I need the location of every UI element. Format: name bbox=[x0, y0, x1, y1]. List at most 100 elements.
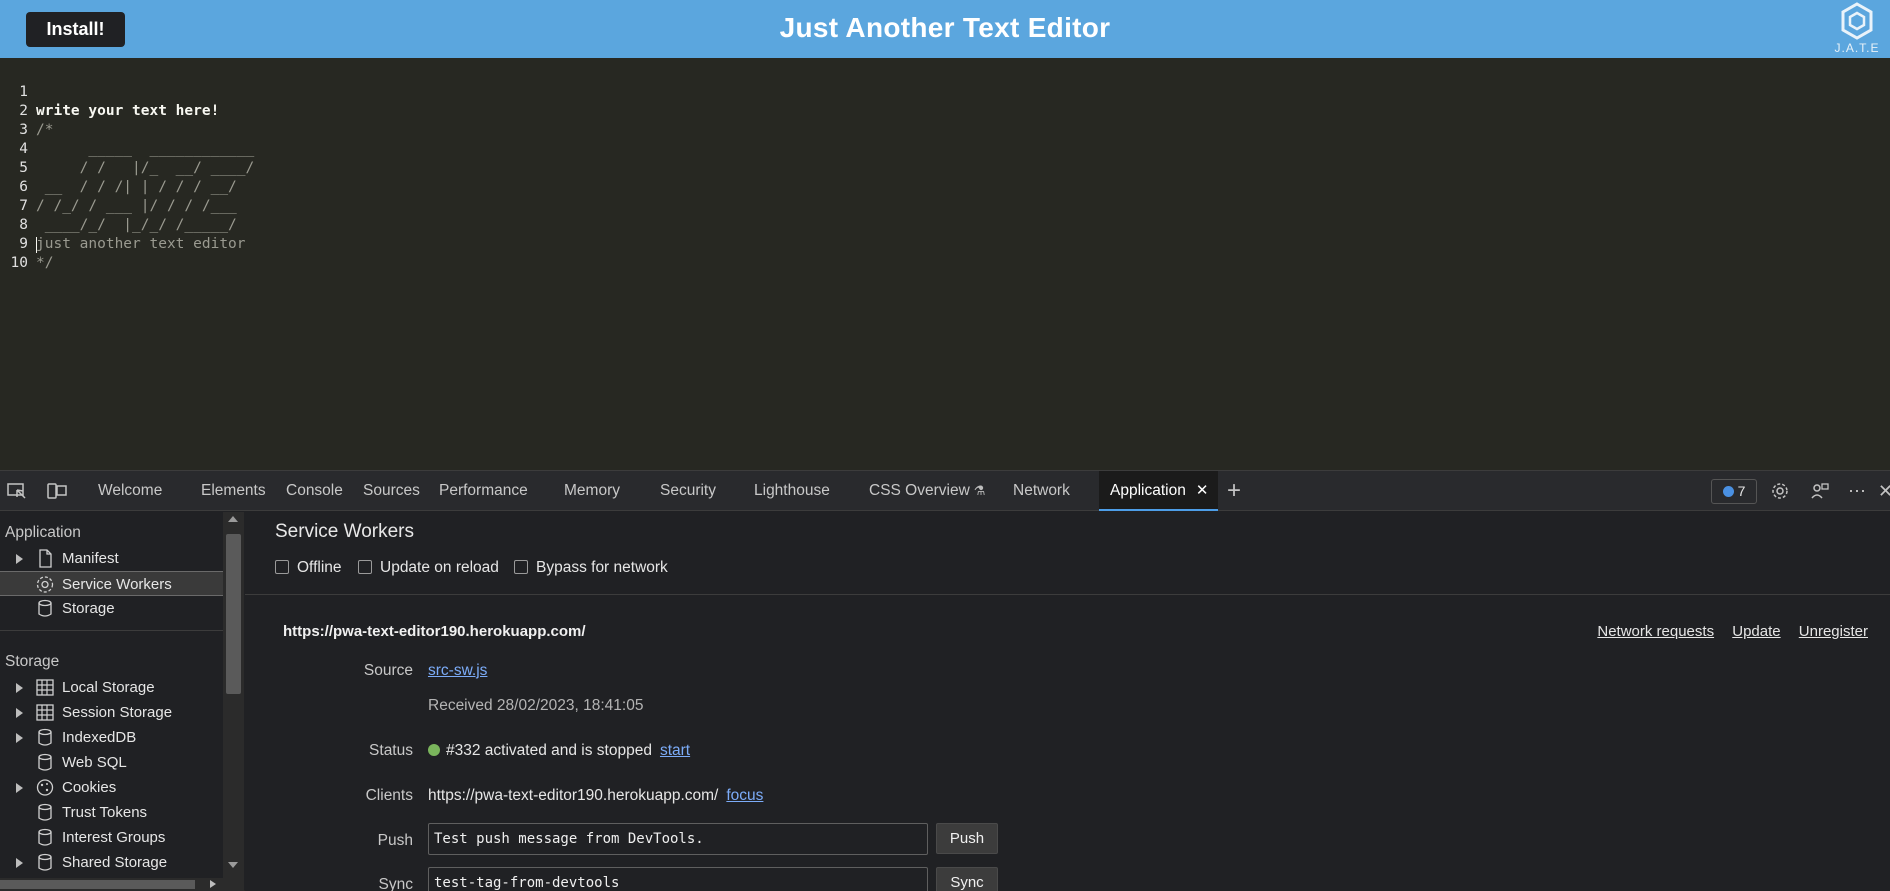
sidebar-item-cookies[interactable]: Cookies bbox=[0, 775, 223, 800]
source-label: Source bbox=[363, 662, 413, 679]
source-file-link[interactable]: src-sw.js bbox=[428, 662, 487, 679]
app-header: Install! Just Another Text Editor J.A.T.… bbox=[0, 0, 1890, 58]
focus-link[interactable]: focus bbox=[726, 787, 763, 804]
expand-arrow-icon[interactable] bbox=[16, 554, 23, 564]
editor-line[interactable]: 10 bbox=[0, 235, 37, 271]
unregister-link[interactable]: Unregister bbox=[1799, 623, 1868, 640]
scroll-up-arrow-icon[interactable] bbox=[228, 516, 238, 522]
checkbox-box[interactable] bbox=[514, 560, 528, 574]
tab-console[interactable]: Console bbox=[286, 471, 343, 511]
editor-line[interactable]: 4 / / |/_ __/ ____/ bbox=[0, 121, 254, 176]
editor-line[interactable]: 8 just another text editor bbox=[0, 197, 245, 252]
expand-arrow-icon[interactable] bbox=[16, 783, 23, 793]
gear-icon[interactable] bbox=[1769, 481, 1791, 501]
line-content[interactable]: ____/_/ |_/_/ /_____/ bbox=[36, 216, 237, 235]
close-devtools-icon[interactable]: ✕ bbox=[1878, 481, 1890, 501]
scroll-down-arrow-icon[interactable] bbox=[228, 862, 238, 868]
table-grid-icon bbox=[36, 704, 54, 721]
device-emulation-icon[interactable] bbox=[46, 481, 68, 501]
editor-line[interactable]: 9 */ bbox=[0, 216, 53, 271]
sidebar-item-web-sql[interactable]: Web SQL bbox=[0, 750, 223, 775]
tab-application-label: Application bbox=[1110, 482, 1186, 499]
network-requests-link[interactable]: Network requests bbox=[1597, 623, 1714, 640]
sidebar-item-shared-storage[interactable]: Shared Storage bbox=[0, 850, 223, 875]
expand-arrow-icon[interactable] bbox=[16, 708, 23, 718]
sidebar-item-trust-tokens[interactable]: Trust Tokens bbox=[0, 800, 223, 825]
editor-line[interactable]: 3 _____ ____________ bbox=[0, 102, 254, 157]
update-on-reload-checkbox[interactable]: Update on reload bbox=[358, 559, 499, 577]
line-content[interactable]: just another text editor bbox=[36, 235, 246, 254]
line-content[interactable]: __ / / /| | / / / __/ bbox=[36, 178, 237, 197]
line-content[interactable]: _____ ____________ bbox=[36, 140, 254, 159]
checkbox-box[interactable] bbox=[275, 560, 289, 574]
line-content[interactable]: write your text here! bbox=[36, 102, 219, 121]
expand-arrow-icon[interactable] bbox=[16, 733, 23, 743]
sidebar-item-label: Trust Tokens bbox=[62, 804, 148, 821]
feedback-icon[interactable] bbox=[1809, 481, 1831, 501]
sidebar-item-label: IndexedDB bbox=[62, 729, 137, 746]
sidebar-item-interest-groups[interactable]: Interest Groups bbox=[0, 825, 223, 850]
sidebar-vertical-scrollbar[interactable] bbox=[223, 512, 244, 891]
add-tab-icon[interactable]: + bbox=[1223, 479, 1245, 503]
sync-tag-input[interactable] bbox=[428, 867, 928, 891]
text-cursor bbox=[36, 237, 37, 253]
tab-application[interactable]: Application ✕ bbox=[1099, 471, 1219, 511]
editor-line[interactable]: 2 /* bbox=[0, 83, 53, 138]
issues-badge[interactable]: 7 bbox=[1711, 479, 1757, 504]
sidebar-item-label: Storage bbox=[62, 600, 115, 617]
sidebar-item-service-workers[interactable]: Service Workers bbox=[0, 571, 223, 596]
editor-line[interactable]: 1 write your text here! bbox=[0, 64, 219, 119]
sidebar-item-label: Shared Storage bbox=[62, 854, 168, 871]
editor-line[interactable]: 7 ____/_/ |_/_/ /_____/ bbox=[0, 178, 237, 233]
tab-css-overview-label: CSS Overview bbox=[869, 482, 970, 499]
sidebar-item-storage[interactable]: Storage bbox=[0, 596, 223, 621]
clients-url: https://pwa-text-editor190.herokuapp.com… bbox=[428, 787, 719, 804]
sidebar-item-session-storage[interactable]: Session Storage bbox=[0, 700, 223, 725]
scrollbar-thumb[interactable] bbox=[0, 880, 195, 889]
tab-performance[interactable]: Performance bbox=[439, 471, 528, 511]
database-icon bbox=[38, 728, 52, 746]
sync-button[interactable]: Sync bbox=[936, 867, 998, 891]
scroll-right-arrow-icon[interactable] bbox=[210, 880, 216, 888]
sidebar-horizontal-scrollbar[interactable] bbox=[0, 878, 223, 891]
checkbox-box[interactable] bbox=[358, 560, 372, 574]
push-button[interactable]: Push bbox=[936, 823, 998, 854]
tab-security[interactable]: Security bbox=[660, 471, 716, 511]
offline-checkbox[interactable]: Offline bbox=[275, 559, 342, 577]
sidebar-item-label: Manifest bbox=[62, 550, 119, 567]
database-icon bbox=[38, 599, 52, 617]
update-link[interactable]: Update bbox=[1732, 623, 1780, 640]
sidebar-header-storage: Storage bbox=[5, 653, 60, 670]
sidebar-item-local-storage[interactable]: Local Storage bbox=[0, 675, 223, 700]
inspect-element-icon[interactable] bbox=[6, 481, 28, 501]
bypass-for-network-checkbox[interactable]: Bypass for network bbox=[514, 559, 668, 577]
start-link[interactable]: start bbox=[660, 742, 690, 759]
line-content[interactable]: / / |/_ __/ ____/ bbox=[36, 159, 255, 178]
editor-line[interactable]: 6 / /_/ / ___ |/ / / /___ bbox=[0, 159, 237, 214]
close-tab-icon[interactable]: ✕ bbox=[1196, 482, 1209, 499]
line-content[interactable]: / /_/ / ___ |/ / / /___ bbox=[36, 197, 237, 216]
devtools-panel: Welcome Elements Console Sources Perform… bbox=[0, 470, 1890, 891]
expand-arrow-icon[interactable] bbox=[16, 683, 23, 693]
sidebar-item-label: Web SQL bbox=[62, 754, 127, 771]
tab-welcome[interactable]: Welcome bbox=[98, 471, 162, 511]
tab-memory[interactable]: Memory bbox=[564, 471, 620, 511]
line-content[interactable]: */ bbox=[36, 254, 53, 273]
message-bubble-icon bbox=[1722, 486, 1734, 497]
sidebar-item-manifest[interactable]: Manifest bbox=[0, 546, 223, 571]
push-message-input[interactable] bbox=[428, 823, 928, 855]
scrollbar-thumb[interactable] bbox=[226, 534, 241, 694]
tab-css-overview[interactable]: CSS Overview ⚗ bbox=[869, 471, 985, 511]
sidebar-header-application: Application bbox=[5, 524, 81, 541]
status-indicator-icon bbox=[428, 744, 440, 756]
expand-arrow-icon[interactable] bbox=[16, 858, 23, 868]
code-editor[interactable]: 1 write your text here! 2 /* 3 _____ ___… bbox=[0, 58, 1890, 470]
tab-network[interactable]: Network bbox=[1013, 471, 1070, 511]
line-content[interactable]: /* bbox=[36, 121, 53, 140]
tab-elements[interactable]: Elements bbox=[201, 471, 266, 511]
tab-sources[interactable]: Sources bbox=[363, 471, 420, 511]
tab-lighthouse[interactable]: Lighthouse bbox=[754, 471, 830, 511]
editor-line[interactable]: 5 __ / / /| | / / / __/ bbox=[0, 140, 237, 195]
more-options-icon[interactable]: ⋯ bbox=[1846, 481, 1868, 501]
sidebar-item-indexeddb[interactable]: IndexedDB bbox=[0, 725, 223, 750]
